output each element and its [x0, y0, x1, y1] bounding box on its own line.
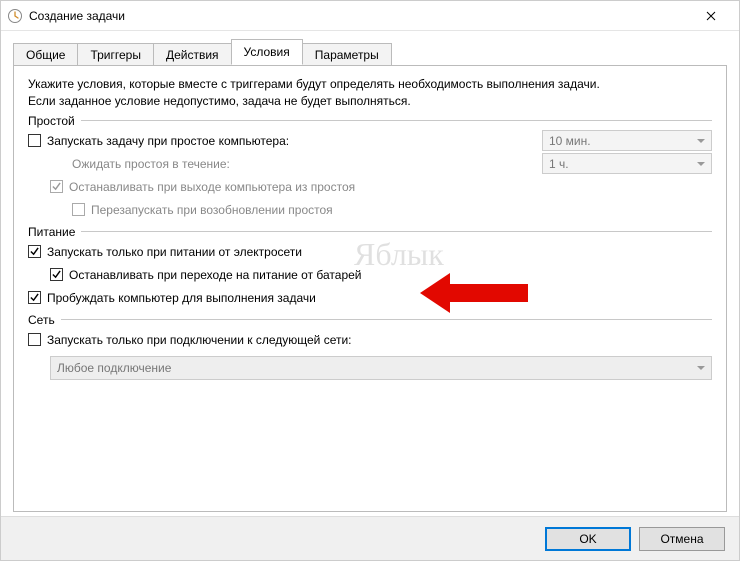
window-title: Создание задачи: [29, 9, 689, 23]
chevron-down-icon: [697, 366, 705, 370]
label-only-if-network: Запускать только при подключении к следу…: [47, 333, 352, 347]
divider: [61, 319, 712, 320]
group-network-label: Сеть: [28, 313, 61, 327]
label-restart-on-idle: Перезапускать при возобновлении простоя: [91, 203, 333, 217]
label-stop-on-idle-end: Останавливать при выходе компьютера из п…: [69, 180, 355, 194]
row-wait-for-idle: Ожидать простоя в течение: 1 ч.: [28, 153, 712, 175]
intro-text: Укажите условия, которые вместе с тригге…: [28, 76, 712, 110]
row-restart-on-idle: Перезапускать при возобновлении простоя: [28, 199, 712, 221]
intro-line1: Укажите условия, которые вместе с тригге…: [28, 77, 600, 91]
combo-network-value: Любое подключение: [57, 361, 171, 375]
conditions-panel: Укажите условия, которые вместе с тригге…: [13, 65, 727, 512]
checkbox-only-if-network[interactable]: [28, 333, 41, 346]
group-network-header: Сеть: [28, 313, 712, 327]
row-on-ac: Запускать только при питании от электрос…: [28, 241, 712, 263]
close-button[interactable]: [689, 2, 733, 30]
task-scheduler-icon: [7, 8, 23, 24]
dialog-footer: OK Отмена: [1, 516, 739, 560]
tab-settings[interactable]: Параметры: [302, 43, 392, 66]
cancel-button[interactable]: Отмена: [639, 527, 725, 551]
combo-idle-wait-value: 1 ч.: [549, 157, 569, 171]
titlebar: Создание задачи: [1, 1, 739, 31]
tab-actions[interactable]: Действия: [153, 43, 232, 66]
label-stop-on-battery: Останавливать при переходе на питание от…: [69, 268, 362, 282]
label-start-on-idle: Запускать задачу при простое компьютера:: [47, 134, 289, 148]
ok-button[interactable]: OK: [545, 527, 631, 551]
combo-network[interactable]: Любое подключение: [50, 356, 712, 380]
divider: [81, 231, 712, 232]
group-idle-header: Простой: [28, 114, 712, 128]
divider: [81, 120, 712, 121]
row-stop-on-idle-end: Останавливать при выходе компьютера из п…: [28, 176, 712, 198]
group-power-label: Питание: [28, 225, 81, 239]
combo-idle-duration[interactable]: 10 мин.: [542, 130, 712, 151]
intro-line2: Если заданное условие недопустимо, задач…: [28, 94, 411, 108]
row-stop-on-battery: Останавливать при переходе на питание от…: [28, 264, 712, 286]
label-wait-for-idle: Ожидать простоя в течение:: [72, 157, 230, 171]
label-wake-to-run: Пробуждать компьютер для выполнения зада…: [47, 291, 316, 305]
row-start-on-idle: Запускать задачу при простое компьютера:…: [28, 130, 712, 152]
combo-idle-wait[interactable]: 1 ч.: [542, 153, 712, 174]
tab-general[interactable]: Общие: [13, 43, 78, 66]
ok-button-label: OK: [579, 532, 596, 546]
chevron-down-icon: [697, 162, 705, 166]
row-only-if-network: Запускать только при подключении к следу…: [28, 329, 712, 351]
group-idle-label: Простой: [28, 114, 81, 128]
checkbox-on-ac[interactable]: [28, 245, 41, 258]
checkbox-start-on-idle[interactable]: [28, 134, 41, 147]
combo-idle-duration-value: 10 мин.: [549, 134, 591, 148]
label-on-ac: Запускать только при питании от электрос…: [47, 245, 302, 259]
tab-strip: Общие Триггеры Действия Условия Параметр…: [13, 39, 727, 65]
content-area: Общие Триггеры Действия Условия Параметр…: [1, 31, 739, 516]
checkbox-wake-to-run[interactable]: [28, 291, 41, 304]
tab-triggers[interactable]: Триггеры: [77, 43, 154, 66]
row-network-combo: Любое подключение: [28, 352, 712, 380]
tab-conditions[interactable]: Условия: [231, 39, 303, 65]
row-wake-to-run: Пробуждать компьютер для выполнения зада…: [28, 287, 712, 309]
checkbox-stop-on-idle-end[interactable]: [50, 180, 63, 193]
checkbox-stop-on-battery[interactable]: [50, 268, 63, 281]
group-power-header: Питание: [28, 225, 712, 239]
chevron-down-icon: [697, 139, 705, 143]
checkbox-restart-on-idle[interactable]: [72, 203, 85, 216]
cancel-button-label: Отмена: [660, 532, 703, 546]
create-task-window: Создание задачи Общие Триггеры Действия …: [0, 0, 740, 561]
